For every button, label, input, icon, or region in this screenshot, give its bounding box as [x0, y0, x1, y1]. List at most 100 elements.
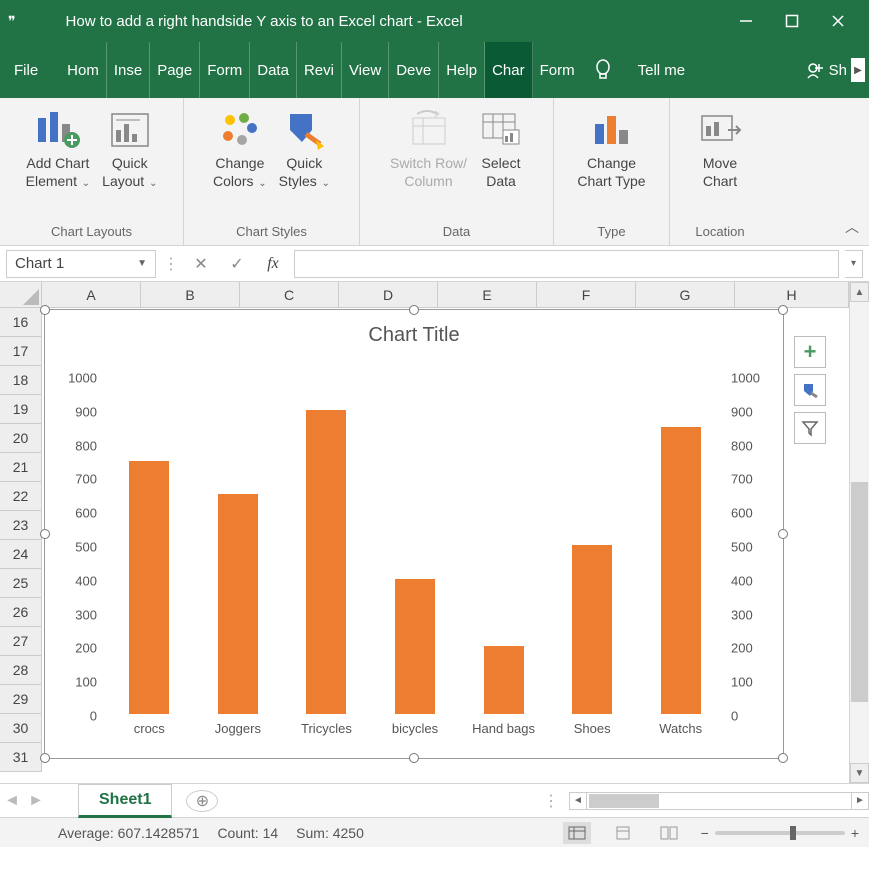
sheet-nav-prev[interactable]: ◄ [0, 792, 24, 810]
name-box[interactable]: Chart 1 ▼ [6, 250, 156, 278]
quick-styles-button[interactable]: Quick Styles ⌄ [273, 102, 336, 193]
expand-formula-bar-button[interactable]: ▾ [845, 250, 863, 278]
close-button[interactable] [815, 0, 861, 42]
row-header[interactable]: 18 [0, 366, 42, 395]
zoom-slider[interactable]: − + [701, 825, 859, 841]
tab-formulas[interactable]: Form [200, 42, 250, 98]
bar[interactable] [484, 646, 524, 714]
tab-file[interactable]: File [0, 42, 60, 98]
col-header[interactable]: G [636, 282, 735, 307]
zoom-out-button[interactable]: − [701, 825, 709, 841]
chart-styles-button[interactable] [794, 374, 826, 406]
tab-data[interactable]: Data [250, 42, 297, 98]
share-button[interactable]: Sh ▶ [805, 58, 865, 82]
col-header[interactable]: H [735, 282, 849, 307]
chart-object[interactable]: Chart Title 0010010020020030030040040050… [44, 309, 784, 759]
bar[interactable] [129, 461, 169, 715]
row-header[interactable]: 28 [0, 656, 42, 685]
row-header[interactable]: 30 [0, 714, 42, 743]
row-header[interactable]: 23 [0, 511, 42, 540]
row-header[interactable]: 24 [0, 540, 42, 569]
resize-handle[interactable] [409, 753, 419, 763]
col-header[interactable]: B [141, 282, 240, 307]
sheet-nav-next[interactable]: ► [24, 792, 48, 810]
tab-view[interactable]: View [342, 42, 389, 98]
worksheet-grid[interactable]: A B C D E F G H 161718192021222324252627… [0, 282, 849, 783]
minimize-button[interactable] [723, 0, 769, 42]
bar[interactable] [661, 427, 701, 714]
chart-filters-button[interactable] [794, 412, 826, 444]
zoom-in-button[interactable]: + [851, 825, 859, 841]
scroll-thumb[interactable] [851, 482, 868, 702]
insert-function-button[interactable]: fx [258, 250, 288, 278]
resize-handle[interactable] [40, 529, 50, 539]
bar[interactable] [306, 410, 346, 714]
zoom-knob[interactable] [790, 826, 796, 840]
row-header[interactable]: 25 [0, 569, 42, 598]
row-header[interactable]: 19 [0, 395, 42, 424]
row-header[interactable]: 29 [0, 685, 42, 714]
cancel-formula-button[interactable]: ✕ [186, 250, 216, 278]
tab-chart-design[interactable]: Char [485, 42, 533, 98]
chevron-down-icon[interactable]: ▼ [137, 258, 147, 269]
sheet-tab[interactable]: Sheet1 [78, 784, 172, 818]
col-header[interactable]: F [537, 282, 636, 307]
add-chart-element-button[interactable]: Add Chart Element ⌄ [20, 102, 97, 193]
enter-formula-button[interactable]: ✓ [222, 250, 252, 278]
quick-layout-button[interactable]: Quick Layout ⌄ [96, 102, 163, 193]
view-normal-button[interactable] [563, 822, 591, 844]
view-page-break-button[interactable] [655, 822, 683, 844]
tab-insert[interactable]: Inse [107, 42, 150, 98]
tellme-bulb-icon[interactable] [582, 59, 624, 81]
scroll-track[interactable] [850, 302, 869, 763]
bar[interactable] [572, 545, 612, 714]
resize-handle[interactable] [40, 305, 50, 315]
tab-review[interactable]: Revi [297, 42, 342, 98]
row-header[interactable]: 20 [0, 424, 42, 453]
switch-row-column-button[interactable]: Switch Row/ Column [384, 102, 473, 190]
resize-handle[interactable] [778, 529, 788, 539]
expand-namebox-handle[interactable]: ⋮ [162, 254, 180, 274]
scroll-left-button[interactable]: ◄ [569, 792, 587, 810]
col-header[interactable]: E [438, 282, 537, 307]
change-chart-type-button[interactable]: Change Chart Type [571, 102, 651, 190]
tab-developer[interactable]: Deve [389, 42, 439, 98]
tab-page-layout[interactable]: Page [150, 42, 200, 98]
row-header[interactable]: 17 [0, 337, 42, 366]
row-header[interactable]: 26 [0, 598, 42, 627]
formula-input[interactable] [294, 250, 839, 278]
chart-title[interactable]: Chart Title [45, 310, 783, 353]
change-colors-button[interactable]: Change Colors ⌄ [207, 102, 273, 193]
row-header[interactable]: 22 [0, 482, 42, 511]
select-all-corner[interactable] [0, 282, 42, 307]
scroll-down-button[interactable]: ▼ [850, 763, 869, 783]
resize-handle[interactable] [778, 753, 788, 763]
row-header[interactable]: 21 [0, 453, 42, 482]
col-header[interactable]: A [42, 282, 141, 307]
tab-help[interactable]: Help [439, 42, 485, 98]
tabs-scroll-right-icon[interactable]: ▶ [851, 58, 865, 82]
row-header[interactable]: 31 [0, 743, 42, 772]
scroll-up-button[interactable]: ▲ [850, 282, 869, 302]
qat-more-icon[interactable]: ❞ [8, 13, 16, 30]
col-header[interactable]: C [240, 282, 339, 307]
tab-home[interactable]: Hom [60, 42, 107, 98]
maximize-button[interactable] [769, 0, 815, 42]
scroll-thumb[interactable] [589, 794, 659, 808]
row-header[interactable]: 27 [0, 627, 42, 656]
chart-elements-button[interactable]: + [794, 336, 826, 368]
tab-split-handle[interactable]: ⋮ [533, 791, 569, 811]
scroll-right-button[interactable]: ► [851, 792, 869, 810]
scroll-track[interactable] [587, 792, 851, 810]
resize-handle[interactable] [40, 753, 50, 763]
tellme-input[interactable]: Tell me [624, 62, 700, 79]
resize-handle[interactable] [778, 305, 788, 315]
collapse-ribbon-icon[interactable]: ︿ [845, 217, 859, 237]
horizontal-scrollbar[interactable]: ◄ ► [569, 792, 869, 810]
bar[interactable] [218, 494, 258, 714]
move-chart-button[interactable]: Move Chart [692, 102, 748, 190]
vertical-scrollbar[interactable]: ▲ ▼ [849, 282, 869, 783]
tab-format[interactable]: Form [533, 42, 582, 98]
bar[interactable] [395, 579, 435, 714]
view-page-layout-button[interactable] [609, 822, 637, 844]
